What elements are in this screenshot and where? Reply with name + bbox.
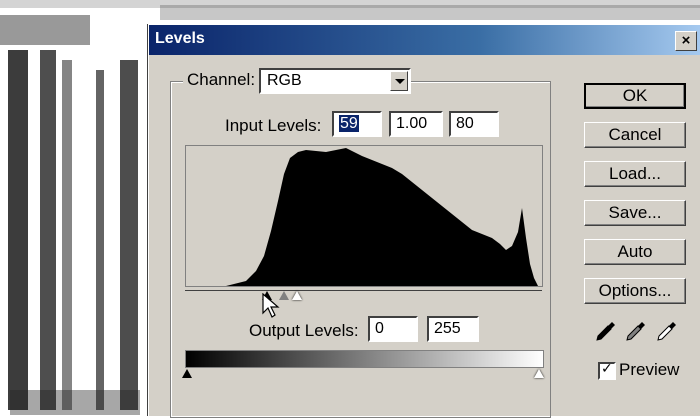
- checkmark-icon: ✓: [601, 361, 613, 377]
- white-eyedropper-icon[interactable]: [655, 319, 679, 343]
- preview-label: Preview: [619, 360, 680, 379]
- histogram: [185, 145, 543, 287]
- mouse-cursor-icon: [262, 293, 280, 318]
- cancel-button[interactable]: Cancel: [584, 122, 686, 148]
- histogram-graph: [186, 148, 538, 286]
- channel-selected-value: RGB: [267, 72, 302, 89]
- input-gamma-field[interactable]: 1.00: [389, 111, 443, 137]
- load-button[interactable]: Load...: [584, 161, 686, 187]
- input-levels-label: Input Levels:: [225, 116, 322, 135]
- channel-label: Channel:: [183, 70, 260, 90]
- input-slider-track: [185, 290, 542, 291]
- input-black-value: 59: [339, 115, 359, 132]
- input-white-slider[interactable]: [292, 291, 302, 300]
- black-eyedropper-icon[interactable]: [594, 319, 618, 343]
- output-white-field[interactable]: 255: [427, 316, 479, 342]
- output-black-slider[interactable]: [182, 369, 192, 378]
- auto-button[interactable]: Auto: [584, 239, 686, 265]
- chevron-down-icon[interactable]: [390, 71, 408, 91]
- channel-select[interactable]: RGB: [259, 68, 411, 94]
- close-icon[interactable]: ×: [675, 31, 697, 51]
- dialog-title: Levels: [155, 30, 205, 47]
- title-bar[interactable]: Levels ×: [149, 25, 700, 55]
- ok-button[interactable]: OK: [584, 83, 686, 109]
- input-black-field[interactable]: 59: [332, 111, 382, 137]
- options-button[interactable]: Options...: [584, 278, 686, 304]
- input-white-field[interactable]: 80: [449, 111, 499, 137]
- output-white-slider[interactable]: [534, 369, 544, 378]
- output-levels-label: Output Levels:: [249, 321, 359, 340]
- preview-checkbox[interactable]: ✓: [598, 361, 616, 380]
- output-black-field[interactable]: 0: [368, 316, 418, 342]
- save-button[interactable]: Save...: [584, 200, 686, 226]
- gray-eyedropper-icon[interactable]: [624, 319, 648, 343]
- output-gradient-bar: [185, 350, 544, 368]
- levels-dialog: Levels × Channel: RGB Input Levels: 59 1…: [148, 24, 700, 418]
